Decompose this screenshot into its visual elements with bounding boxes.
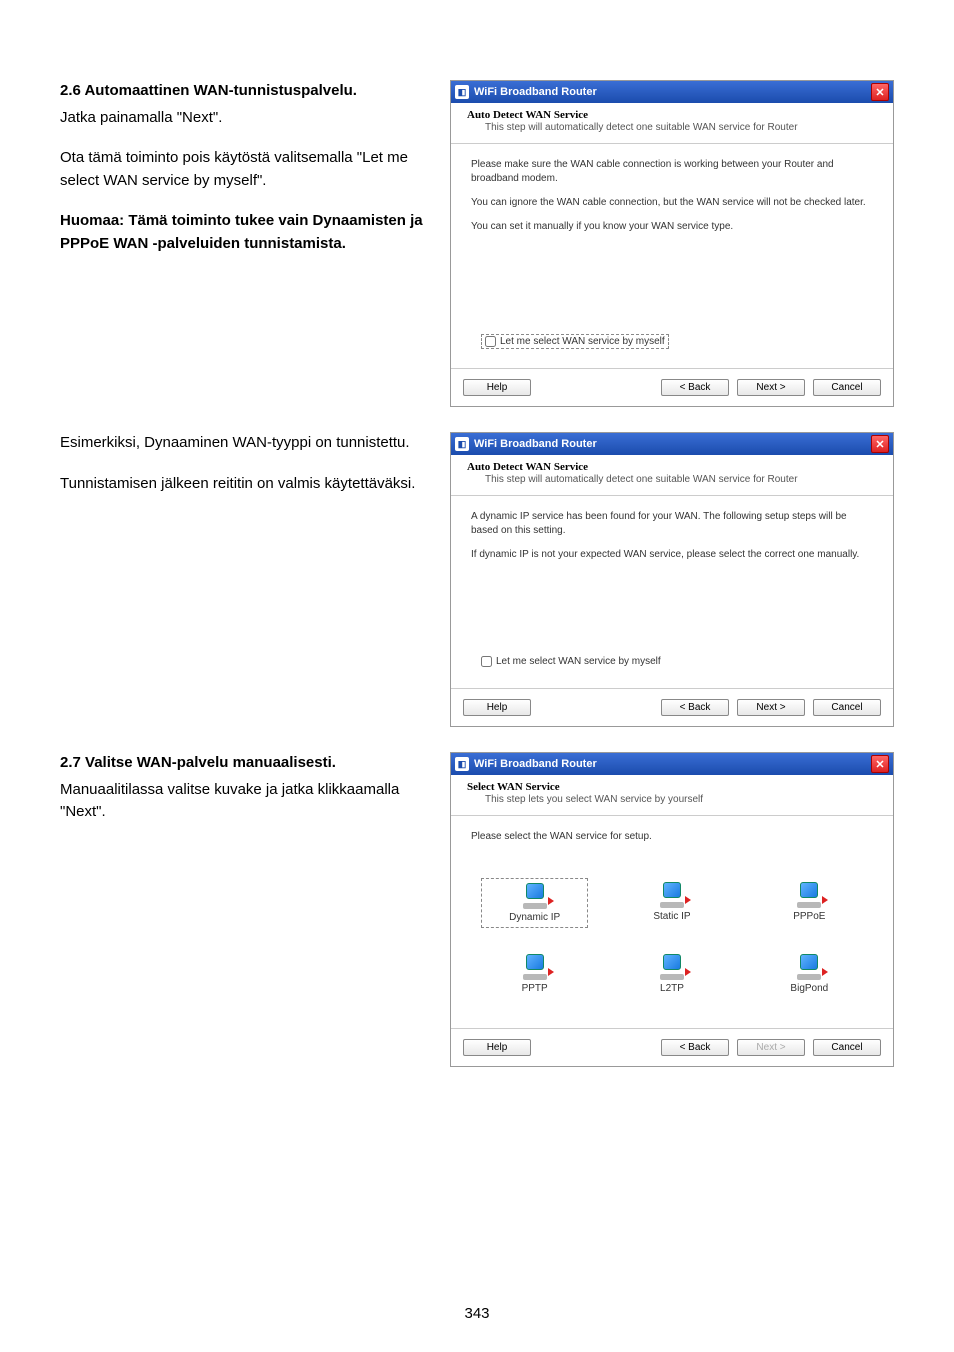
- dialog-select-wan: ◧ WiFi Broadband Router ✕ Select WAN Ser…: [450, 752, 894, 1067]
- back-button[interactable]: < Back: [661, 379, 729, 396]
- section-example: Esimerkiksi, Dynaaminen WAN-tyyppi on tu…: [60, 432, 894, 727]
- para-2: Ota tämä toiminto pois käytöstä valitsem…: [60, 147, 430, 192]
- next-button[interactable]: Next >: [737, 699, 805, 716]
- cancel-button[interactable]: Cancel: [813, 699, 881, 716]
- dialog-footer: Help < Back Next > Cancel: [451, 688, 893, 726]
- para-1: Jatka painamalla "Next".: [60, 107, 430, 130]
- dialog-auto-detect-1: ◧ WiFi Broadband Router ✕ Auto Detect WA…: [450, 80, 894, 407]
- close-icon[interactable]: ✕: [871, 435, 889, 453]
- dialog-header: Auto Detect WAN Service This step will a…: [451, 103, 893, 144]
- section-2-6: 2.6 Automaattinen WAN-tunnistuspalvelu. …: [60, 80, 894, 407]
- left-text-3: 2.7 Valitse WAN-palvelu manuaalisesti. M…: [60, 752, 430, 1067]
- dialog-body: A dynamic IP service has been found for …: [451, 496, 893, 646]
- wan-label: Static IP: [653, 911, 690, 922]
- let-me-select-checkbox[interactable]: [481, 656, 492, 667]
- dialog-2-container: ◧ WiFi Broadband Router ✕ Auto Detect WA…: [450, 432, 894, 727]
- heading-2-7: 2.7 Valitse WAN-palvelu manuaalisesti.: [60, 752, 430, 775]
- dialog-subtitle: This step will automatically detect one …: [467, 474, 877, 485]
- wan-static-ip[interactable]: Static IP: [618, 878, 725, 928]
- wan-l2tp[interactable]: L2TP: [618, 950, 725, 998]
- body-text-2: If dynamic IP is not your expected WAN s…: [471, 548, 873, 562]
- wan-icon: [520, 883, 550, 909]
- wan-bigpond[interactable]: BigPond: [756, 950, 863, 998]
- para-5: Manuaalitilassa valitse kuvake ja jatka …: [60, 779, 430, 824]
- dialog-footer: Help < Back Next > Cancel: [451, 368, 893, 406]
- dialog-title: Select WAN Service: [467, 781, 877, 793]
- para-4: Tunnistamisen jälkeen reititin on valmis…: [60, 473, 430, 496]
- cancel-button[interactable]: Cancel: [813, 1039, 881, 1056]
- dialog-header: Select WAN Service This step lets you se…: [451, 775, 893, 816]
- wan-label: PPTP: [522, 983, 548, 994]
- next-button[interactable]: Next >: [737, 379, 805, 396]
- help-button[interactable]: Help: [463, 379, 531, 396]
- help-button[interactable]: Help: [463, 699, 531, 716]
- dialog-body: Please select the WAN service for setup.: [451, 816, 893, 868]
- section-2-7: 2.7 Valitse WAN-palvelu manuaalisesti. M…: [60, 752, 894, 1067]
- dialog-footer: Help < Back Next > Cancel: [451, 1028, 893, 1066]
- wan-label: PPPoE: [793, 911, 825, 922]
- title-text: WiFi Broadband Router: [474, 86, 871, 98]
- checkbox-text: Let me select WAN service by myself: [500, 336, 665, 347]
- wan-icon: [520, 954, 550, 980]
- wan-label: L2TP: [660, 983, 684, 994]
- help-button[interactable]: Help: [463, 1039, 531, 1056]
- body-text-1: Please make sure the WAN cable connectio…: [471, 158, 873, 186]
- back-button[interactable]: < Back: [661, 699, 729, 716]
- dialog-subtitle: This step will automatically detect one …: [467, 122, 877, 133]
- body-text-1: Please select the WAN service for setup.: [471, 830, 873, 844]
- note-1: Huomaa: Tämä toiminto tukee vain Dynaami…: [60, 210, 430, 255]
- app-icon: ◧: [455, 85, 469, 99]
- checkbox-row: Let me select WAN service by myself: [451, 324, 893, 368]
- wan-icon: [657, 954, 687, 980]
- wan-dynamic-ip[interactable]: Dynamic IP: [481, 878, 588, 928]
- titlebar: ◧ WiFi Broadband Router ✕: [451, 753, 893, 775]
- titlebar: ◧ WiFi Broadband Router ✕: [451, 81, 893, 103]
- cancel-button[interactable]: Cancel: [813, 379, 881, 396]
- app-icon: ◧: [455, 757, 469, 771]
- title-text: WiFi Broadband Router: [474, 438, 871, 450]
- left-text-1: 2.6 Automaattinen WAN-tunnistuspalvelu. …: [60, 80, 430, 407]
- dialog-auto-detect-2: ◧ WiFi Broadband Router ✕ Auto Detect WA…: [450, 432, 894, 727]
- page-number: 343: [0, 1305, 954, 1322]
- checkbox-row: Let me select WAN service by myself: [451, 646, 893, 688]
- dialog-body: Please make sure the WAN cable connectio…: [451, 144, 893, 324]
- let-me-select-checkbox[interactable]: [485, 336, 496, 347]
- wan-pptp[interactable]: PPTP: [481, 950, 588, 998]
- titlebar: ◧ WiFi Broadband Router ✕: [451, 433, 893, 455]
- dialog-title: Auto Detect WAN Service: [467, 109, 877, 121]
- title-text: WiFi Broadband Router: [474, 758, 871, 770]
- wan-icon: [794, 882, 824, 908]
- heading-2-6: 2.6 Automaattinen WAN-tunnistuspalvelu.: [60, 80, 430, 103]
- close-icon[interactable]: ✕: [871, 83, 889, 101]
- app-icon: ◧: [455, 437, 469, 451]
- checkbox-label[interactable]: Let me select WAN service by myself: [481, 334, 669, 349]
- left-text-2: Esimerkiksi, Dynaaminen WAN-tyyppi on tu…: [60, 432, 430, 727]
- next-button[interactable]: Next >: [737, 1039, 805, 1056]
- wan-service-grid: Dynamic IP Static IP PPPoE PPTP L2TP: [451, 868, 893, 1028]
- para-3: Esimerkiksi, Dynaaminen WAN-tyyppi on tu…: [60, 432, 430, 455]
- wan-label: BigPond: [790, 983, 828, 994]
- dialog-header: Auto Detect WAN Service This step will a…: [451, 455, 893, 496]
- checkbox-text: Let me select WAN service by myself: [496, 656, 661, 667]
- body-text-1: A dynamic IP service has been found for …: [471, 510, 873, 538]
- wan-label: Dynamic IP: [509, 912, 560, 923]
- close-icon[interactable]: ✕: [871, 755, 889, 773]
- wan-pppoe[interactable]: PPPoE: [756, 878, 863, 928]
- wan-icon: [794, 954, 824, 980]
- body-text-2: You can ignore the WAN cable connection,…: [471, 196, 873, 210]
- dialog-3-container: ◧ WiFi Broadband Router ✕ Select WAN Ser…: [450, 752, 894, 1067]
- checkbox-label[interactable]: Let me select WAN service by myself: [481, 656, 661, 667]
- dialog-title: Auto Detect WAN Service: [467, 461, 877, 473]
- body-text-3: You can set it manually if you know your…: [471, 220, 873, 234]
- wan-icon: [657, 882, 687, 908]
- back-button[interactable]: < Back: [661, 1039, 729, 1056]
- dialog-1-container: ◧ WiFi Broadband Router ✕ Auto Detect WA…: [450, 80, 894, 407]
- dialog-subtitle: This step lets you select WAN service by…: [467, 794, 877, 805]
